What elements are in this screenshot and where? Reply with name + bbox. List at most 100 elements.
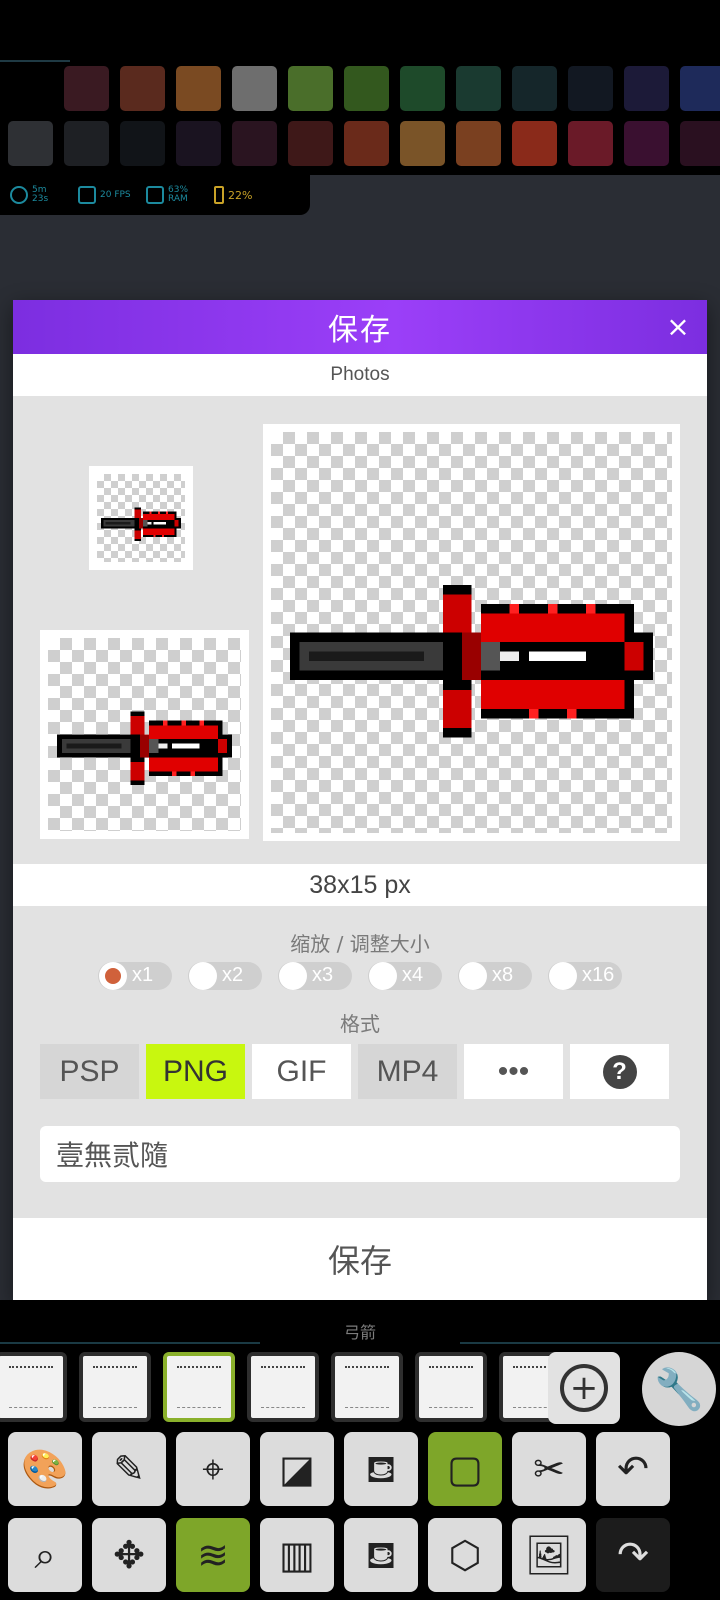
color-swatch[interactable] bbox=[680, 66, 720, 111]
move-tool-button[interactable]: ✥ bbox=[92, 1518, 166, 1592]
scale-option-x8[interactable]: x8 bbox=[458, 962, 532, 990]
save-destination[interactable]: Photos bbox=[13, 354, 707, 396]
sword-pixel bbox=[309, 651, 424, 662]
close-icon[interactable]: × bbox=[663, 312, 693, 342]
radio-knob bbox=[99, 962, 127, 990]
sword-pixel bbox=[66, 743, 122, 749]
frame-thumb[interactable] bbox=[0, 1352, 67, 1422]
color-swatch[interactable] bbox=[64, 121, 109, 166]
frame-thumb[interactable] bbox=[79, 1352, 151, 1422]
filename-input[interactable]: 壹無贰隨 bbox=[40, 1126, 680, 1182]
undo-button[interactable]: ↶ bbox=[596, 1432, 670, 1506]
palette-tool-button[interactable]: 🎨 bbox=[8, 1432, 82, 1506]
color-swatch[interactable] bbox=[456, 121, 501, 166]
section-tab[interactable]: 弓箭 bbox=[260, 1318, 460, 1348]
save-button[interactable]: 保存 bbox=[13, 1218, 707, 1300]
pattern-fill-button[interactable]: ⛾ bbox=[344, 1518, 418, 1592]
color-swatch[interactable] bbox=[64, 66, 109, 111]
shape-tool-button[interactable]: ⬡ bbox=[428, 1518, 502, 1592]
frame-sketch bbox=[177, 1366, 221, 1408]
format-gif-button[interactable]: GIF bbox=[252, 1044, 351, 1099]
color-swatch[interactable] bbox=[176, 66, 221, 111]
memory-icon bbox=[146, 186, 164, 204]
sword-pixel bbox=[218, 739, 228, 753]
tools-button[interactable]: ✂ bbox=[512, 1432, 586, 1506]
color-swatch[interactable] bbox=[120, 66, 165, 111]
scale-option-x3[interactable]: x3 bbox=[278, 962, 352, 990]
color-swatch[interactable] bbox=[400, 121, 445, 166]
frame-thumb[interactable] bbox=[331, 1352, 403, 1422]
color-swatch[interactable] bbox=[624, 121, 669, 166]
stat-ram: 63% RAM bbox=[146, 186, 200, 204]
eraser-tool-button[interactable]: ◪ bbox=[260, 1432, 334, 1506]
sword-pixel bbox=[199, 720, 205, 726]
sword-pixel bbox=[166, 511, 169, 514]
color-swatch[interactable] bbox=[288, 66, 333, 111]
zoom-tool-button[interactable]: ⌕ bbox=[8, 1518, 82, 1592]
settings-wrench-button[interactable]: 🔧 bbox=[642, 1352, 716, 1426]
scale-option-x4[interactable]: x4 bbox=[368, 962, 442, 990]
tab-line-right bbox=[460, 1342, 720, 1344]
sword-pixel bbox=[138, 518, 144, 529]
sword-pixel bbox=[143, 528, 175, 535]
color-swatch[interactable] bbox=[8, 121, 53, 166]
redo-button[interactable]: ↷ bbox=[596, 1518, 670, 1592]
sword-pixel bbox=[509, 603, 520, 614]
selection-icon: ▢ bbox=[447, 1447, 483, 1491]
color-swatch[interactable] bbox=[512, 66, 557, 111]
color-swatch[interactable] bbox=[288, 121, 333, 166]
color-swatch[interactable] bbox=[456, 66, 501, 111]
color-swatch[interactable] bbox=[232, 66, 277, 111]
frames-button[interactable]: ▥ bbox=[260, 1518, 334, 1592]
sword-pixel bbox=[143, 513, 175, 521]
stat-fps: 20 FPS bbox=[78, 186, 132, 204]
color-swatch[interactable] bbox=[400, 66, 445, 111]
format-options: PSP PNG GIF MP4 ••• ? bbox=[40, 1044, 707, 1099]
sword-pixel bbox=[172, 743, 200, 749]
color-swatch[interactable] bbox=[568, 66, 613, 111]
sword-pixel bbox=[147, 522, 152, 525]
stat-battery: 22% bbox=[214, 186, 260, 204]
color-swatch[interactable] bbox=[568, 121, 613, 166]
radio-knob bbox=[459, 962, 487, 990]
scale-option-label: x4 bbox=[402, 964, 424, 986]
color-swatch[interactable] bbox=[232, 121, 277, 166]
stat-time: 5m 23s bbox=[10, 186, 64, 204]
frame-thumb[interactable] bbox=[415, 1352, 487, 1422]
help-button[interactable]: ? bbox=[570, 1044, 669, 1099]
sword-pixel bbox=[153, 522, 167, 525]
frame-thumb[interactable] bbox=[247, 1352, 319, 1422]
scale-option-x16[interactable]: x16 bbox=[548, 962, 622, 990]
preview-medium bbox=[40, 630, 249, 839]
color-swatch[interactable] bbox=[344, 121, 389, 166]
select-tool-button[interactable]: ▢ bbox=[428, 1432, 502, 1506]
color-swatch[interactable] bbox=[176, 121, 221, 166]
frame-thumb-selected[interactable] bbox=[163, 1352, 235, 1422]
sword-pixel bbox=[157, 511, 160, 514]
color-swatch[interactable] bbox=[512, 121, 557, 166]
format-psp-button[interactable]: PSP bbox=[40, 1044, 139, 1099]
fill-tool-button[interactable]: ⛾ bbox=[344, 1432, 418, 1506]
format-png-button[interactable]: PNG bbox=[146, 1044, 245, 1099]
color-swatch[interactable] bbox=[120, 121, 165, 166]
pencil-tool-button[interactable]: ✎ bbox=[92, 1432, 166, 1506]
eyedropper-tool-button[interactable]: ⌖ bbox=[176, 1432, 250, 1506]
import-image-button[interactable]: 🖼 bbox=[512, 1518, 586, 1592]
more-formats-button[interactable]: ••• bbox=[464, 1044, 563, 1099]
add-frame-button[interactable]: + bbox=[548, 1352, 620, 1424]
eraser-icon: ◪ bbox=[279, 1447, 315, 1491]
color-swatch[interactable] bbox=[680, 121, 720, 166]
sword-pixel bbox=[149, 511, 152, 514]
layers-button[interactable]: ≋ bbox=[176, 1518, 250, 1592]
sword-pixel bbox=[190, 771, 196, 776]
frame-sketch bbox=[345, 1366, 389, 1408]
format-mp4-button[interactable]: MP4 bbox=[358, 1044, 457, 1099]
scale-option-x1[interactable]: x1 bbox=[98, 962, 172, 990]
toolbar-row-2: ⌕ ✥ ≋ ▥ ⛾ ⬡ 🖼 ↷ bbox=[8, 1518, 670, 1592]
color-swatch[interactable] bbox=[344, 66, 389, 111]
redo-icon: ↷ bbox=[617, 1533, 649, 1577]
color-swatch[interactable] bbox=[624, 66, 669, 111]
radio-knob bbox=[279, 962, 307, 990]
bucket-icon: ⛾ bbox=[365, 1447, 397, 1491]
scale-option-x2[interactable]: x2 bbox=[188, 962, 262, 990]
